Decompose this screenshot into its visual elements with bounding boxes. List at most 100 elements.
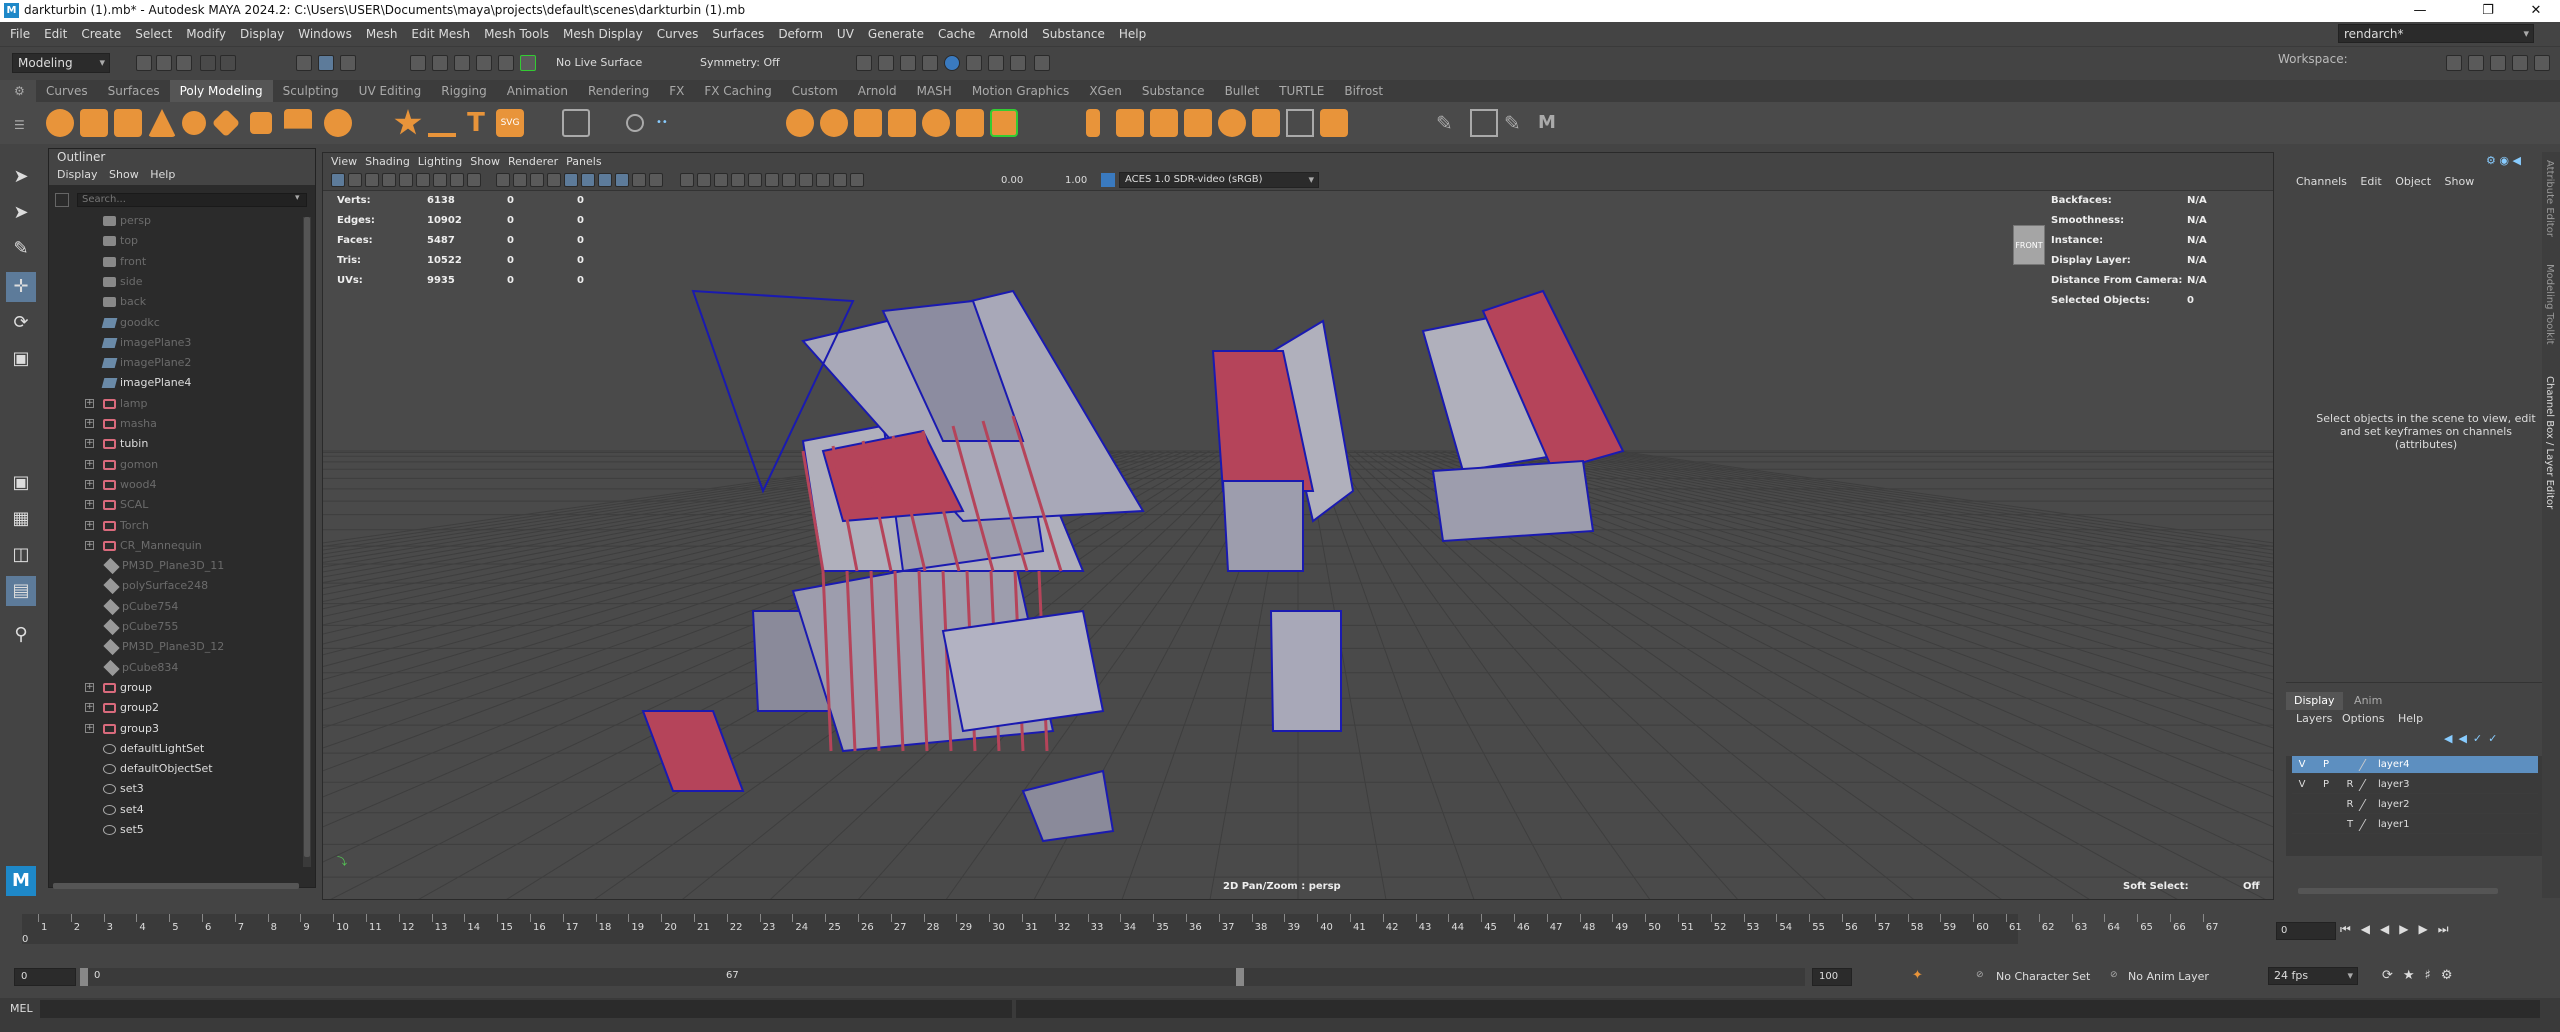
workspace-dropdown[interactable]: rendarch* [2338, 24, 2534, 43]
menu-file[interactable]: File [0, 22, 37, 46]
outliner-item[interactable]: pCube834 [103, 658, 178, 678]
ipr-render-icon[interactable] [944, 55, 960, 71]
sweep-mesh-icon[interactable] [428, 109, 456, 137]
menu-deform[interactable]: Deform [771, 22, 830, 46]
poly-disc-icon[interactable] [250, 112, 272, 134]
outliner-hscrollbar[interactable] [53, 883, 299, 889]
shelf-tab-xgen[interactable]: XGen [1079, 80, 1132, 102]
maximize-button[interactable]: ❐ [2468, 1, 2508, 21]
history-icon[interactable] [856, 55, 872, 71]
viewport-tool-icon[interactable] [399, 173, 413, 187]
sidebar-toggle-2-icon[interactable] [2468, 55, 2484, 71]
outliner-item[interactable]: defaultObjectSet [103, 759, 213, 779]
panel-splitter[interactable] [2286, 682, 2542, 688]
timeline-track[interactable]: 1 2 3 4 5 6 7 8 9 10 11 12 13 14 15 16 17 18 19 20 21 22 23 24 2… [22, 914, 2219, 945]
viewport-tool-icon[interactable] [850, 173, 864, 187]
snap-view-icon[interactable] [476, 55, 492, 71]
close-button[interactable]: ✕ [2516, 1, 2556, 21]
search-options-icon[interactable]: ▾ [295, 193, 300, 203]
shelf-tab-uv-editing[interactable]: UV Editing [349, 80, 432, 102]
outliner-item[interactable]: imagePlane4 [101, 373, 191, 393]
viewport-tool-icon[interactable] [365, 173, 379, 187]
cb-menu-edit[interactable]: Edit [2360, 172, 2381, 192]
viewport-tool-icon[interactable] [598, 173, 612, 187]
outliner-item[interactable]: PM3D_Plane3D_11 [103, 556, 224, 576]
bevel-icon[interactable] [1086, 109, 1100, 137]
layer-row[interactable]: V Player4 [2292, 756, 2538, 774]
shelf-tab-arnold[interactable]: Arnold [848, 80, 907, 102]
render-settings-icon[interactable] [878, 55, 894, 71]
menu-modify[interactable]: Modify [179, 22, 233, 46]
shelf-tab-mash[interactable]: MASH [907, 80, 962, 102]
expand-icon[interactable]: + [85, 459, 94, 469]
outliner-item[interactable]: imagePlane2 [101, 353, 191, 373]
viewport-tool-icon[interactable] [581, 173, 595, 187]
expand-icon[interactable]: + [85, 500, 94, 510]
outliner-item[interactable]: PM3D_Plane3D_12 [103, 637, 224, 657]
range-start-field[interactable]: 0 [14, 968, 76, 986]
type-tool-icon[interactable]: T [462, 109, 490, 137]
snap-grid-icon[interactable] [410, 55, 426, 71]
outliner-item[interactable]: back [103, 292, 146, 312]
snap-curve-icon[interactable] [432, 55, 448, 71]
viewport-tool-icon[interactable] [697, 173, 711, 187]
viewport-tool-icon[interactable] [496, 173, 510, 187]
viewport-menu-lighting[interactable]: Lighting [418, 153, 462, 171]
poly-torus-icon[interactable] [182, 111, 206, 135]
gamma-field[interactable]: 1.00 [1065, 175, 1087, 186]
layer-action-icons[interactable]: ◀◀✓✓ [2444, 732, 2503, 745]
shelf-tab-custom[interactable]: Custom [782, 80, 848, 102]
scale-tool-icon[interactable]: ▣ [6, 344, 36, 374]
outliner-search-input[interactable]: Search... [77, 193, 307, 207]
exposure-field[interactable]: 0.00 [1001, 175, 1023, 186]
viewport-tool-icon[interactable] [467, 173, 481, 187]
sidebar-toggle-4-icon[interactable] [2512, 55, 2528, 71]
save-scene-icon[interactable] [176, 55, 192, 71]
shelf-tab-bifrost[interactable]: Bifrost [1334, 80, 1393, 102]
outliner-menu-show[interactable]: Show [109, 165, 139, 185]
layer-color-icon[interactable] [2358, 799, 2376, 811]
outliner-item[interactable]: pCube755 [103, 617, 178, 637]
mash-icon[interactable]: M [1538, 109, 1566, 137]
move-tool-icon[interactable]: ✛ [6, 272, 36, 302]
single-view-icon[interactable]: ▣ [6, 468, 36, 498]
svg-icon[interactable] [284, 109, 312, 129]
layer-toggle-p[interactable]: P [2320, 776, 2332, 794]
svg-tool-icon[interactable]: SVG [496, 109, 524, 137]
scene-canvas[interactable] [323, 191, 2273, 899]
expand-icon[interactable]: + [85, 703, 94, 713]
viewport-panel[interactable]: View Shading Lighting Show Renderer Panels 0.… [322, 152, 2274, 900]
viewport-tool-icon[interactable] [782, 173, 796, 187]
outliner-item[interactable]: side [103, 272, 143, 292]
character-set-icon[interactable]: ⊘ [1976, 970, 1984, 980]
viewport-tool-icon[interactable] [765, 173, 779, 187]
outliner-item[interactable]: polySurface248 [103, 576, 208, 596]
menu-set-dropdown[interactable]: Modeling [12, 53, 110, 73]
shelf-settings-icon[interactable]: ⚙ [14, 84, 25, 98]
shelf-tab-sculpting[interactable]: Sculpting [273, 80, 349, 102]
edge-loop-icon[interactable] [1218, 109, 1246, 137]
viewport-tool-icon[interactable] [680, 173, 694, 187]
current-frame-field[interactable]: 0 [2276, 922, 2336, 940]
poly-sphere-icon[interactable] [46, 109, 74, 137]
auto-map-icon[interactable] [1320, 109, 1348, 137]
outliner-menu-help[interactable]: Help [150, 165, 175, 185]
search-icon[interactable]: ⚲ [6, 620, 36, 650]
viewport-tool-icon[interactable] [632, 173, 646, 187]
sculpt-brush-icon[interactable]: ✎ [1436, 109, 1464, 137]
menu-windows[interactable]: Windows [291, 22, 359, 46]
menu-curves[interactable]: Curves [650, 22, 706, 46]
mel-input[interactable] [40, 1000, 1012, 1018]
layer-toggle-r[interactable]: T [2344, 816, 2356, 834]
viewport-menu-view[interactable]: View [331, 153, 357, 171]
tab-anim[interactable]: Anim [2346, 692, 2390, 710]
combine-icon[interactable] [786, 109, 814, 137]
viewport-tool-icon[interactable] [416, 173, 430, 187]
outliner-scrollbar[interactable] [303, 217, 311, 867]
shelf-tab-surfaces[interactable]: Surfaces [98, 80, 170, 102]
separate-icon[interactable] [820, 109, 848, 137]
bridge-icon[interactable] [990, 109, 1018, 137]
shelf-menu-icon[interactable]: ☰ [14, 118, 25, 132]
two-view-icon[interactable]: ◫ [6, 540, 36, 570]
make-live-icon[interactable] [520, 55, 536, 71]
